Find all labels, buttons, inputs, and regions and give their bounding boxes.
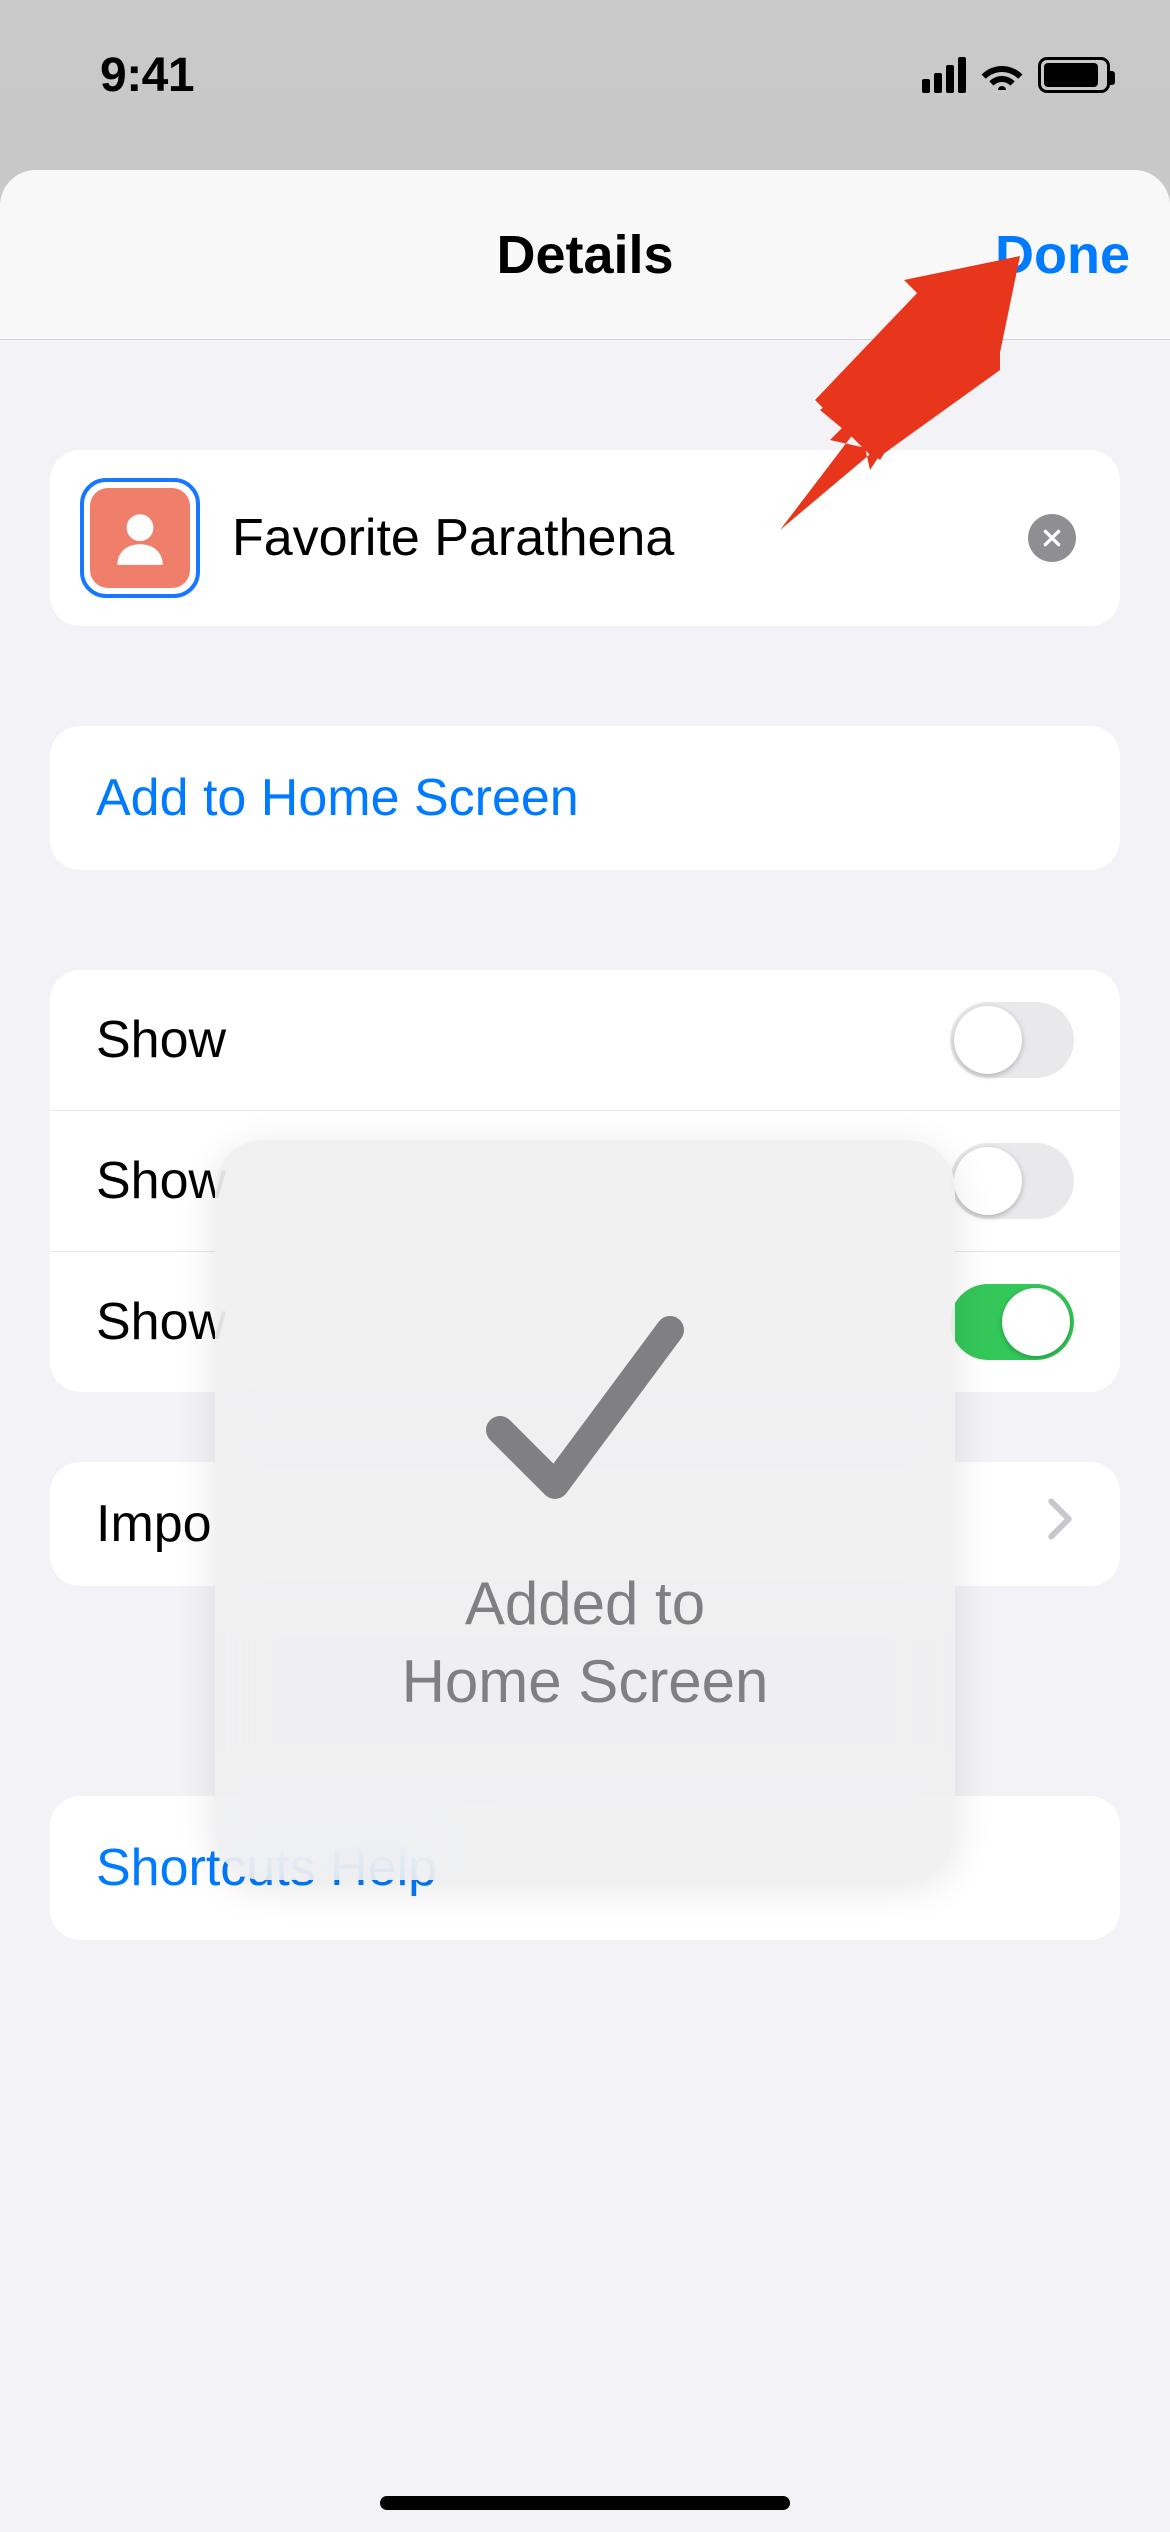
confirmation-hud: Added toHome Screen [215,1140,955,1880]
import-label: Impo [96,1494,212,1554]
wifi-icon [980,58,1024,92]
battery-icon [1038,57,1110,93]
home-indicator[interactable] [380,2496,790,2510]
toggle-switch-0[interactable] [950,1002,1074,1078]
cellular-icon [922,57,966,93]
toggle-row-0: Show [50,970,1120,1110]
status-icons [922,57,1110,93]
toggle-switch-1[interactable] [950,1143,1074,1219]
page-title: Details [496,224,673,286]
toggle-label: Show [96,1151,226,1211]
toggle-switch-2[interactable] [950,1284,1074,1360]
checkmark-icon [460,1300,710,1525]
toggle-label: Show [96,1292,226,1352]
done-button[interactable]: Done [995,224,1130,286]
shortcut-icon-button[interactable] [80,478,200,598]
toggle-label: Show [96,1010,226,1070]
details-sheet: Details Done [0,170,1170,2532]
shortcut-name-row [50,450,1120,626]
shortcut-name-input[interactable] [232,508,996,568]
add-to-home-button[interactable]: Add to Home Screen [50,726,1120,870]
status-bar: 9:41 [0,0,1170,170]
hud-message: Added toHome Screen [402,1565,769,1721]
contact-icon [90,488,190,588]
chevron-right-icon [1046,1494,1074,1554]
status-time: 9:41 [100,48,194,103]
sheet-header: Details Done [0,170,1170,340]
clear-name-button[interactable] [1028,514,1076,562]
